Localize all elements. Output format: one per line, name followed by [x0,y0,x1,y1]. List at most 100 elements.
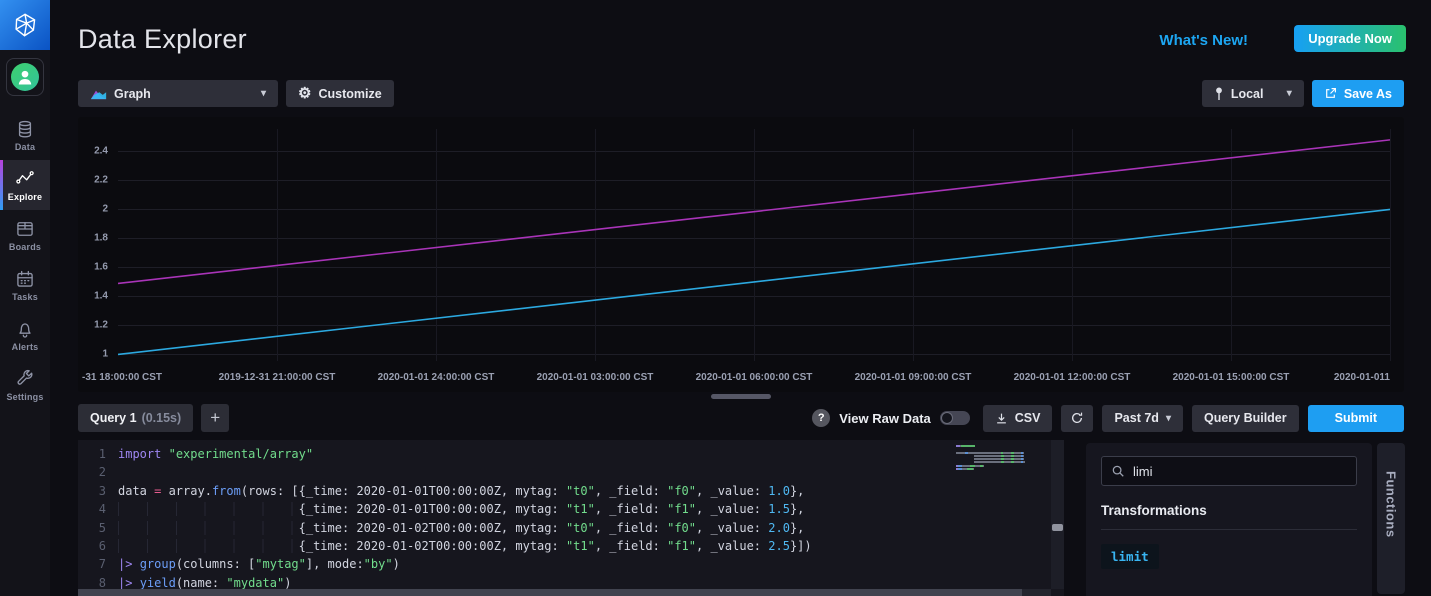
x-tick-label: -31 18:00:00 CST [82,372,162,383]
sidebar-item-explore[interactable]: Explore [0,160,50,210]
pulse-icon [14,169,36,189]
view-toolbar: Graph ▾ ⚙ Customize Local ▾ [78,80,1404,107]
function-search-box[interactable] [1101,456,1357,486]
line-number: 5 [78,519,118,537]
scope-dropdown[interactable]: Local ▾ [1202,80,1304,107]
whats-new-link[interactable]: What's New! [1159,32,1248,49]
minimap-seg [1014,461,1021,463]
database-icon [14,119,36,139]
sidebar-item-tasks[interactable]: Tasks [0,260,50,310]
series-line [118,140,1390,284]
view-raw-data-label: View Raw Data [839,411,931,426]
submit-button[interactable]: Submit [1308,405,1404,432]
query-tab[interactable]: Query 1 (0.15s) [78,404,193,432]
minimap-seg [1023,455,1024,457]
editor-minimap[interactable] [956,445,1038,475]
function-search-input[interactable] [1133,464,1347,479]
code-text: import "experimental/array" [118,445,313,463]
scrollbar-thumb[interactable] [78,589,1022,596]
x-tick-label: 2020-01-01 06:00:00 CST [696,372,813,383]
csv-download-button[interactable]: CSV [983,405,1053,432]
download-icon [995,412,1008,425]
sidebar-item-label: Tasks [12,292,38,302]
sidebar-item-settings[interactable]: Settings [0,360,50,410]
view-type-label: Graph [114,87,151,101]
functions-panel: Transformations limit [1086,443,1372,596]
functions-side-tab[interactable]: Functions [1377,443,1405,594]
help-icon[interactable]: ? [812,409,830,427]
x-tick-label: 2019-12-31 21:00:00 CST [219,372,336,383]
code-text: |> group(columns: ["mytag"], mode:"by") [118,555,400,573]
line-number: 1 [78,445,118,463]
sidebar-item-boards[interactable]: Boards [0,210,50,260]
minimap-line [956,445,1038,447]
code-line: 5 {_time: 2020-01-02T00:00:00Z, mytag: "… [78,519,1051,537]
plot-area[interactable] [118,129,1390,361]
line-series [118,129,1390,361]
minimap-seg [974,461,1001,463]
minimap-line [956,458,1038,460]
chart-panel: 2.42.221.81.61.41.21 -31 18:00:00 CST201… [78,117,1404,392]
minimap-seg [961,445,975,447]
minimap-seg [968,452,1000,454]
minimap-seg [1014,458,1021,460]
time-range-dropdown[interactable]: Past 7d ▾ [1102,405,1183,432]
transformations-section-title: Transformations [1101,503,1357,530]
user-avatar[interactable] [6,58,44,96]
sidebar-item-label: Data [15,142,35,152]
minimap-seg [974,455,1001,457]
sidebar-item-alerts[interactable]: Alerts [0,310,50,360]
vertical-scrollbar[interactable] [1051,440,1064,589]
bell-icon [14,319,36,339]
line-number: 7 [78,555,118,573]
gridline-v [1390,129,1391,361]
x-tick-label: 2020-01-01 03:00:00 CST [537,372,654,383]
code-line: 1import "experimental/array" [78,445,1051,463]
minimap-line [956,471,1038,473]
cubo-icon [11,11,39,39]
query-builder-button[interactable]: Query Builder [1192,405,1299,432]
minimap-seg [1023,452,1024,454]
code-line: 2 [78,463,1051,481]
x-tick-label: 2020-01-01 24:00:00 CST [378,372,495,383]
panel-resize-handle[interactable] [711,394,771,399]
minimap-seg [1023,461,1025,463]
line-number: 6 [78,537,118,555]
code-text: {_time: 2020-01-01T00:00:00Z, mytag: "t1… [118,500,804,518]
sidebar-item-label: Alerts [12,342,39,352]
customize-button[interactable]: ⚙ Customize [286,80,394,107]
refresh-button[interactable] [1061,405,1093,432]
calendar-icon [14,269,36,289]
export-icon [1324,87,1337,100]
sidebar-item-label: Explore [8,192,42,202]
scrollbar-thumb[interactable] [1052,524,1063,531]
upgrade-now-button[interactable]: Upgrade Now [1294,25,1406,52]
x-tick-label: 2020-01-01 15:00:00 CST [1173,372,1290,383]
sidebar-item-label: Boards [9,242,41,252]
view-type-dropdown[interactable]: Graph ▾ [78,80,278,107]
csv-label: CSV [1015,411,1041,425]
page-title: Data Explorer [78,24,247,55]
minimap-line [956,448,1038,450]
minimap-seg [956,461,974,463]
x-tick-label: 2020-01-011 [1334,372,1390,383]
sidebar-item-data[interactable]: Data [0,110,50,160]
sidebar: Data Explore Boards Tasks Alerts Settings [0,0,50,596]
view-raw-data-toggle[interactable] [940,411,970,425]
minimap-seg [1023,458,1024,460]
minimap-seg [1004,458,1011,460]
y-tick-label: 1.6 [94,262,108,273]
function-chip-limit[interactable]: limit [1101,544,1159,569]
add-query-button[interactable]: + [201,404,229,432]
influxdb-logo[interactable] [0,0,50,50]
pin-icon [1214,87,1224,101]
minimap-seg [1014,455,1021,457]
save-as-button[interactable]: Save As [1312,80,1404,107]
flux-editor[interactable]: 1import "experimental/array"23data = arr… [78,440,1064,596]
minimap-seg [962,465,970,467]
minimap-seg [1004,461,1011,463]
query-toolbar: Query 1 (0.15s) + ? View Raw Data CSV [78,404,1404,432]
save-as-label: Save As [1344,87,1392,101]
y-tick-label: 1.2 [94,320,108,331]
horizontal-scrollbar[interactable] [78,589,1051,596]
